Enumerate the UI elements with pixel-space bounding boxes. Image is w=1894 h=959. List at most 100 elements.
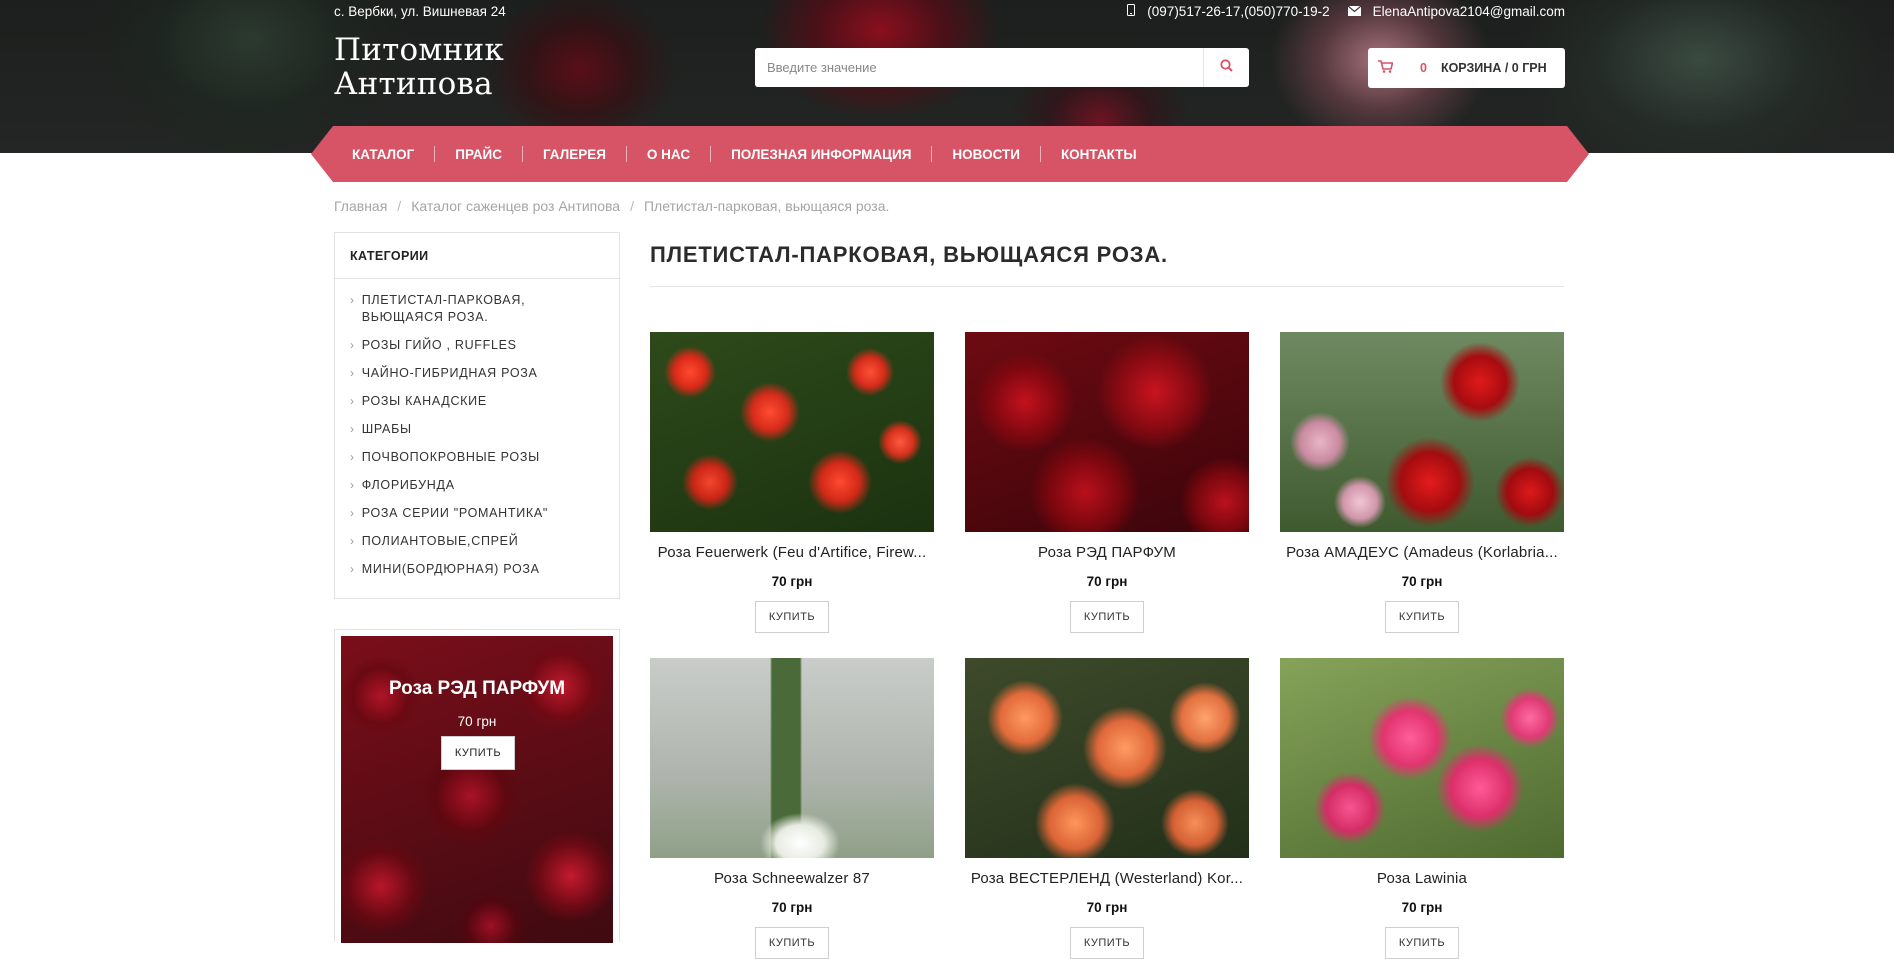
product-name[interactable]: Роза Schneewalzer 87	[650, 870, 934, 887]
product-card: Роза Lawinia 70 грн КУПИТЬ	[1280, 658, 1564, 959]
cart-label: КОРЗИНА / 0 ГРН	[1440, 61, 1547, 75]
featured-product-image[interactable]: Роза РЭД ПАРФУМ 70 грн КУПИТЬ	[341, 636, 613, 943]
category-item[interactable]: › ПОЛИАНТОВЫЕ,СПРЕЙ	[350, 533, 604, 550]
mobile-phone-icon	[1127, 4, 1136, 19]
breadcrumb-home[interactable]: Главная	[334, 198, 387, 214]
chevron-right-icon: ›	[350, 394, 355, 408]
nav-item-gallery[interactable]: ГАЛЕРЕЯ	[543, 146, 647, 162]
buy-button[interactable]: КУПИТЬ	[755, 927, 829, 959]
chevron-right-icon: ›	[350, 450, 355, 464]
featured-product-banner: Роза РЭД ПАРФУМ 70 грн КУПИТЬ	[334, 629, 620, 943]
main-nav: КАТАЛОГ ПРАЙС ГАЛЕРЕЯ О НАС ПОЛЕЗНАЯ ИНФ…	[311, 126, 1589, 182]
category-label: РОЗЫ ГИЙО , RUFFLES	[361, 338, 517, 352]
store-address: с. Вербки, ул. Вишневая 24	[334, 4, 506, 19]
email-link[interactable]: ElenaAntipova2104@gmail.com	[1373, 4, 1565, 19]
nav-item-contacts[interactable]: КОНТАКТЫ	[1061, 147, 1137, 162]
category-item[interactable]: › РОЗА СЕРИИ "РОМАНТИКА"	[350, 505, 604, 522]
search-input[interactable]	[755, 48, 1203, 87]
product-image[interactable]	[650, 658, 934, 858]
nav-label: ГАЛЕРЕЯ	[543, 146, 606, 162]
buy-button[interactable]: КУПИТЬ	[1070, 601, 1144, 633]
chevron-right-icon: ›	[350, 478, 355, 492]
nav-divider	[931, 146, 933, 162]
nav-item-price[interactable]: ПРАЙС	[455, 146, 543, 162]
category-item[interactable]: › ФЛОРИБУНДА	[350, 477, 604, 494]
buy-button[interactable]: КУПИТЬ	[1070, 927, 1144, 959]
nav-label: КАТАЛОГ	[352, 146, 415, 162]
logo-line-2: Антипова	[334, 66, 493, 102]
product-name[interactable]: Роза Feuerwerk (Feu d'Artifice, Firew...	[650, 544, 934, 561]
buy-button[interactable]: КУПИТЬ	[1385, 601, 1459, 633]
page-title: ПЛЕТИСТАЛ-ПАРКОВАЯ, ВЬЮЩАЯСЯ РОЗА.	[650, 242, 1168, 267]
product-image[interactable]	[1280, 658, 1564, 858]
nav-item-catalog[interactable]: КАТАЛОГ	[352, 146, 455, 162]
category-label: РОЗА СЕРИИ "РОМАНТИКА"	[361, 506, 549, 520]
category-item[interactable]: › РОЗЫ ГИЙО , RUFFLES	[350, 337, 604, 354]
product-image[interactable]	[650, 332, 934, 532]
product-price: 70 грн	[771, 574, 813, 589]
nav-label: ПРАЙС	[455, 146, 502, 162]
product-price: 70 грн	[1086, 574, 1128, 589]
category-label: ЧАЙНО-ГИБРИДНАЯ РОЗА	[361, 366, 538, 380]
category-label: МИНИ(БОРДЮРНАЯ) РОЗА	[361, 562, 540, 576]
product-price: 70 грн	[1086, 900, 1128, 915]
product-price: 70 грн	[1401, 900, 1443, 915]
chevron-right-icon: ›	[350, 338, 355, 352]
category-item[interactable]: › МИНИ(БОРДЮРНАЯ) РОЗА	[350, 561, 604, 578]
envelope-icon	[1347, 5, 1362, 19]
chevron-right-icon: ›	[350, 293, 355, 307]
categories-heading: КАТЕГОРИИ	[335, 233, 619, 279]
chevron-right-icon: ›	[350, 534, 355, 548]
product-image[interactable]	[1280, 332, 1564, 532]
product-card: Роза Feuerwerk (Feu d'Artifice, Firew...…	[650, 332, 934, 633]
chevron-right-icon: ›	[350, 422, 355, 436]
product-name[interactable]: Роза Lawinia	[1280, 870, 1564, 887]
phone-number[interactable]: (097)517-26-17,(050)770-19-2	[1147, 4, 1329, 19]
product-name[interactable]: Роза ВЕСТЕРЛЕНД (Westerland) Kor...	[965, 870, 1249, 887]
search-box	[755, 48, 1249, 87]
buy-button[interactable]: КУПИТЬ	[1385, 927, 1459, 959]
category-item[interactable]: › ЧАЙНО-ГИБРИДНАЯ РОЗА	[350, 365, 604, 382]
product-image[interactable]	[965, 332, 1249, 532]
featured-product-price: 70 грн	[457, 714, 497, 729]
category-label: ШРАБЫ	[361, 422, 412, 436]
nav-label: КОНТАКТЫ	[1060, 146, 1137, 162]
featured-product-title[interactable]: Роза РЭД ПАРФУМ	[341, 678, 613, 700]
cart-button[interactable]: 0 КОРЗИНА / 0 ГРН	[1368, 48, 1565, 88]
nav-item-useful-info[interactable]: ПОЛЕЗНАЯ ИНФОРМАЦИЯ	[731, 146, 952, 162]
buy-button[interactable]: КУПИТЬ	[755, 601, 829, 633]
chevron-right-icon: ›	[350, 366, 355, 380]
search-icon	[1220, 58, 1233, 77]
featured-buy-button[interactable]: КУПИТЬ	[441, 736, 515, 770]
nav-divider	[434, 146, 436, 162]
title-divider	[650, 286, 1564, 287]
category-item[interactable]: › РОЗЫ КАНАДСКИЕ	[350, 393, 604, 410]
cart-count: 0	[1420, 61, 1427, 75]
product-card: Роза АМАДЕУС (Amadeus (Korlabria... 70 г…	[1280, 332, 1564, 633]
product-name[interactable]: Роза АМАДЕУС (Amadeus (Korlabria...	[1280, 544, 1564, 561]
breadcrumb: Главная / Каталог саженцев роз Антипова …	[334, 198, 889, 214]
categories-panel: КАТЕГОРИИ › ПЛЕТИСТАЛ-ПАРКОВАЯ, ВЬЮЩАЯСЯ …	[334, 232, 620, 599]
shopping-cart-icon	[1378, 60, 1394, 76]
nav-item-news[interactable]: НОВОСТИ	[952, 146, 1061, 162]
product-name[interactable]: Роза РЭД ПАРФУМ	[965, 544, 1249, 561]
contact-bar: (097)517-26-17,(050)770-19-2 ElenaAntipo…	[1127, 4, 1565, 19]
product-image[interactable]	[965, 658, 1249, 858]
category-item[interactable]: › ШРАБЫ	[350, 421, 604, 438]
breadcrumb-catalog[interactable]: Каталог саженцев роз Антипова	[411, 198, 620, 214]
breadcrumb-separator: /	[397, 198, 402, 214]
category-item[interactable]: › ПОЧВОПОКРОВНЫЕ РОЗЫ	[350, 449, 604, 466]
nav-divider	[625, 146, 627, 162]
nav-divider	[710, 146, 712, 162]
site-logo[interactable]: Питомник Антипова	[334, 33, 504, 101]
chevron-right-icon: ›	[350, 506, 355, 520]
product-price: 70 грн	[1401, 574, 1443, 589]
category-label: ПОЛИАНТОВЫЕ,СПРЕЙ	[361, 534, 519, 548]
breadcrumb-separator: /	[630, 198, 634, 214]
product-card: Роза РЭД ПАРФУМ 70 грн КУПИТЬ	[965, 332, 1249, 633]
search-button[interactable]	[1203, 48, 1249, 87]
nav-item-about[interactable]: О НАС	[647, 146, 731, 162]
category-item[interactable]: › ПЛЕТИСТАЛ-ПАРКОВАЯ, ВЬЮЩАЯСЯ РОЗА.	[350, 292, 604, 326]
product-card: Роза Schneewalzer 87 70 грн КУПИТЬ	[650, 658, 934, 959]
logo-line-1: Питомник	[334, 32, 504, 68]
